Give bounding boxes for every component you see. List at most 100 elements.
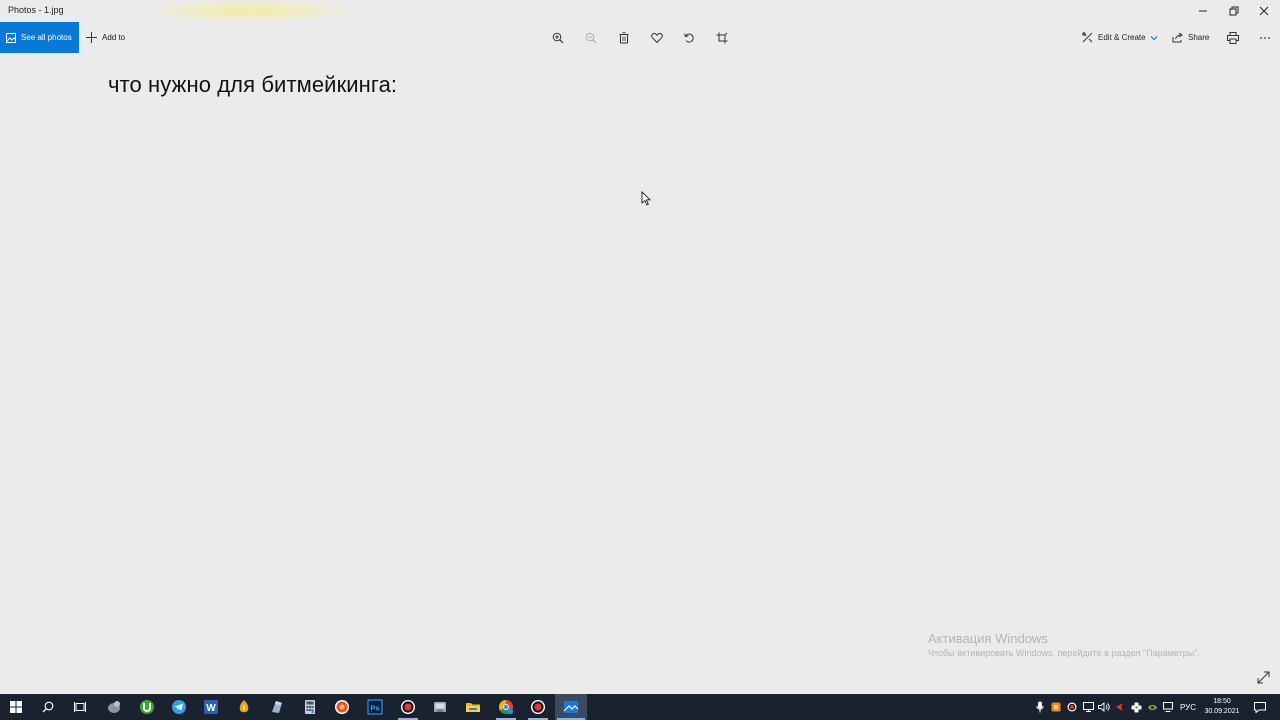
see-all-photos-button[interactable]: See all photos [0,22,79,53]
taskbar-app-2[interactable] [261,694,293,720]
zoom-out-icon [585,32,597,44]
taskbar-photoshop[interactable]: Ps [359,694,391,720]
window-title: Photos - 1.jpg [8,5,64,15]
task-view-icon [74,702,86,712]
record-icon [531,700,545,714]
trash-icon [619,32,629,44]
taskbar-calculator[interactable] [294,694,326,720]
close-icon [1259,6,1269,16]
tray-display[interactable] [1161,694,1175,720]
clock[interactable]: 18:50 30.09.2021 [1198,697,1246,717]
start-button[interactable] [0,694,32,720]
see-all-photos-label: See all photos [21,33,72,42]
add-to-label: Add to [102,33,126,42]
tray-microphone[interactable] [1033,694,1047,720]
taskbar-utorrent[interactable] [131,694,163,720]
utorrent-icon [140,700,154,714]
search-button[interactable] [32,694,64,720]
search-icon [42,701,54,713]
more-options-button[interactable] [1257,30,1273,46]
word-icon: W [204,700,218,714]
minimize-button[interactable] [1188,0,1218,22]
chrome-icon [499,700,514,715]
tray-recorder[interactable] [1065,694,1079,720]
minimize-icon [1199,10,1207,12]
close-button[interactable] [1249,0,1279,22]
delete-button[interactable] [616,30,632,46]
title-bar: Photos - 1.jpg [0,0,1280,22]
add-to-button[interactable]: Add to [86,22,125,53]
microphone-icon [1036,701,1044,713]
taskbar: W Ps РУС 18:50 30.09.2021 [0,694,1280,720]
zoom-out-button[interactable] [583,30,599,46]
app-icon [434,702,446,712]
app-icon [108,701,120,713]
telegram-icon [172,700,186,714]
edit-create-icon [1082,32,1093,43]
taskbar-photos[interactable] [555,694,587,720]
svg-text:W: W [206,703,216,714]
toolbar: See all photos Add to Edit & Create Shar… [0,22,1280,53]
share-label: Share [1188,33,1210,42]
network-icon [1082,702,1094,712]
taskbar-app-3[interactable] [326,694,358,720]
zoom-in-icon [552,32,564,44]
taskbar-fl-studio[interactable] [228,694,260,720]
taskbar-app-4[interactable] [424,694,456,720]
print-button[interactable] [1225,30,1241,46]
fl-studio-icon [239,700,249,713]
fullscreen-icon[interactable] [1256,670,1271,685]
tray-network[interactable] [1081,694,1095,720]
taskbar-recorder-2[interactable] [522,694,554,720]
activation-watermark-subtitle: Чтобы активировать Windows, перейдите в … [928,648,1200,658]
crop-button[interactable] [714,30,730,46]
taskbar-telegram[interactable] [163,694,195,720]
notification-icon [1254,701,1266,713]
tray-app-orange[interactable] [1049,694,1063,720]
share-icon [1172,32,1183,43]
clock-time: 18:50 [1213,698,1231,705]
more-icon [1260,37,1270,39]
tray-app-red[interactable] [1113,694,1127,720]
rotate-button[interactable] [681,30,697,46]
file-explorer-icon [466,703,480,712]
taskbar-app[interactable] [98,694,130,720]
notifications-button[interactable] [1252,694,1268,720]
rotate-icon [684,33,694,43]
favorite-button[interactable] [649,30,665,46]
zoom-in-button[interactable] [550,30,566,46]
record-icon [401,700,415,714]
photoshop-icon: Ps [367,699,383,715]
taskbar-recorder[interactable] [392,694,424,720]
print-icon [1227,32,1239,44]
plus-icon [86,32,97,43]
edit-create-label: Edit & Create [1098,33,1146,42]
app-icon [1131,702,1141,712]
calculator-icon [305,700,315,714]
language-indicator[interactable]: РУС [1180,694,1196,720]
mouse-cursor-icon [641,191,651,206]
share-button[interactable]: Share [1172,22,1209,53]
app-icon [335,700,349,714]
restore-button[interactable] [1219,0,1249,22]
tray-nvidia[interactable] [1145,694,1159,720]
taskbar-file-explorer[interactable] [457,694,489,720]
app-icon [272,701,282,713]
tray-xbox[interactable] [1129,694,1143,720]
tray-volume[interactable] [1097,694,1111,720]
svg-text:Ps: Ps [370,704,379,713]
heart-icon [651,32,663,44]
clock-date: 30.09.2021 [1204,708,1240,715]
app-icon [1051,702,1061,712]
photos-icon [6,32,16,43]
photos-icon [563,701,579,713]
photo-text: что нужно для битмейкинга: [108,72,398,97]
taskbar-word[interactable]: W [195,694,227,720]
nvidia-icon [1147,704,1157,710]
taskbar-chrome[interactable] [490,694,522,720]
restore-icon [1229,6,1239,16]
task-view-button[interactable] [64,694,96,720]
title-glow [150,0,350,22]
crop-icon [716,32,728,44]
edit-create-button[interactable]: Edit & Create [1082,22,1158,53]
